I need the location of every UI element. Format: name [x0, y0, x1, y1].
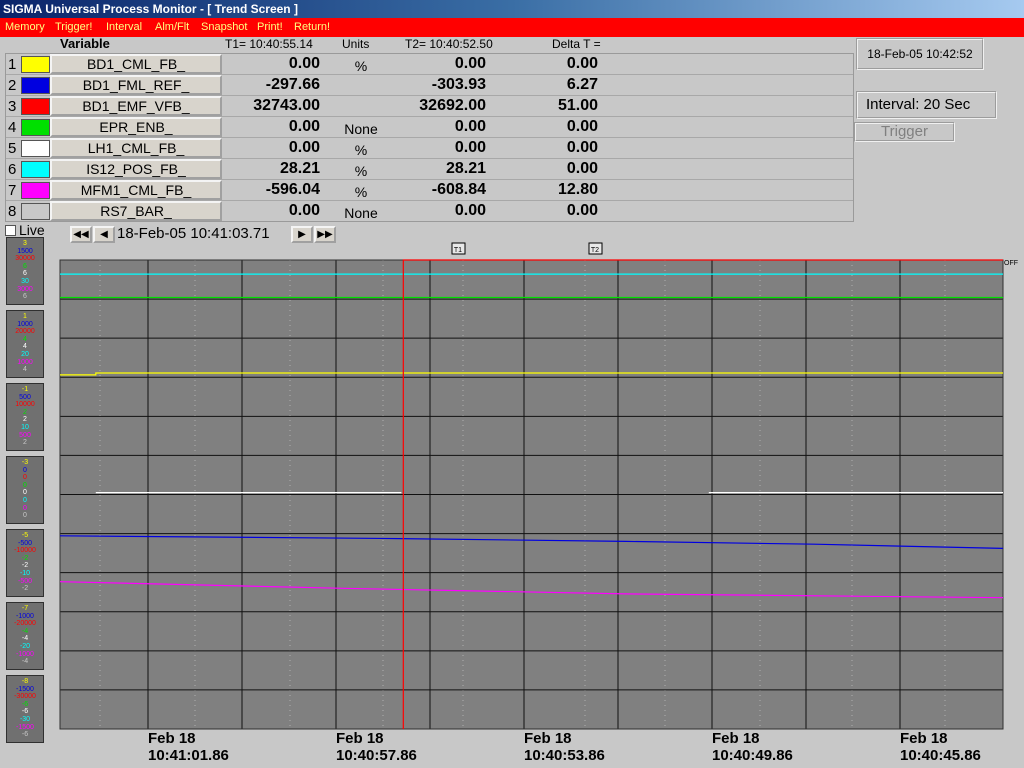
x-tick-label: Feb 18 10:41:01.86 — [148, 730, 229, 764]
cursor-marker-2[interactable]: T2 — [588, 242, 603, 255]
x-tick-label: Feb 18 10:40:49.86 — [712, 730, 793, 764]
x-tick-label: Feb 18 10:40:57.86 — [336, 730, 417, 764]
off-label: OFF — [1004, 260, 1018, 267]
trend-screen-window: SIGMA Universal Process Monitor - [ Tren… — [0, 0, 1024, 768]
x-tick-label: Feb 18 10:40:53.86 — [524, 730, 605, 764]
x-tick-label: Feb 18 10:40:45.86 — [900, 730, 981, 764]
cursor-marker-1[interactable]: T1 — [451, 242, 466, 255]
cursor-marker-label: T2 — [591, 247, 599, 254]
trend-chart[interactable]: T1 T2 — [0, 0, 1024, 768]
cursor-marker-label: T1 — [454, 247, 462, 254]
